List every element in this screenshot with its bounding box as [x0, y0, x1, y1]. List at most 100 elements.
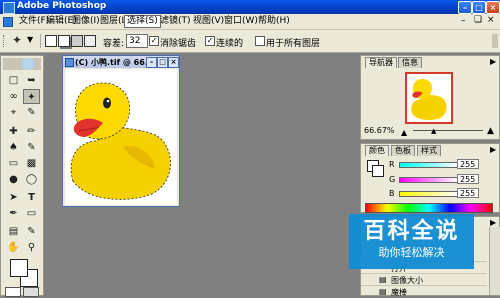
slice-tool-icon[interactable]: ✎ — [23, 105, 40, 120]
tab-navigator[interactable]: 导航器 — [365, 57, 397, 68]
r-label: R — [389, 160, 395, 169]
tolerance-input[interactable]: 32 — [126, 34, 148, 48]
app-menu-icon[interactable] — [3, 17, 13, 27]
doc-close-button[interactable]: × — [168, 57, 179, 68]
r-slider[interactable] — [399, 162, 459, 168]
all-layers-label: 用于所有图层 — [266, 39, 321, 49]
divider — [40, 34, 41, 48]
path-select-icon[interactable]: ➤ — [5, 190, 22, 205]
all-layers-checkbox[interactable] — [255, 36, 265, 46]
magic-wand-tool-icon[interactable]: ✦ — [23, 89, 40, 104]
eraser-tool-icon[interactable]: ▭ — [5, 156, 22, 171]
document-titlebar[interactable]: (C) 小鸭.tif @ 66.7... – □ × — [63, 56, 179, 68]
close-button[interactable]: × — [486, 1, 500, 14]
notes-tool-icon[interactable]: ▤ — [5, 224, 22, 239]
zoom-slider-thumb[interactable]: ▲ — [431, 127, 436, 135]
palette-well[interactable] — [492, 34, 498, 48]
doc-maximize-button[interactable]: □ — [157, 57, 168, 68]
clone-stamp-icon[interactable]: ♠ — [5, 140, 22, 155]
zoom-tool-icon[interactable]: ⚲ — [23, 240, 40, 255]
zoom-out-icon[interactable]: ▲ — [401, 128, 407, 137]
doc-close-icon[interactable]: × — [487, 15, 495, 25]
adobe-online-icon[interactable] — [21, 58, 35, 70]
navigator-panel: 导航器 信息 ▶ 66.67% ▲ ▲ ▲ — [360, 55, 500, 140]
doc-minimize-button[interactable]: – — [146, 57, 157, 68]
magic-wand-icon[interactable]: ✦ — [12, 33, 22, 47]
history-menu-icon[interactable]: ▶ — [490, 218, 496, 227]
g-value[interactable]: 255 — [457, 174, 479, 184]
watermark-overlay: 百科全说 助你轻松解决 — [349, 214, 474, 269]
duck-image — [70, 82, 171, 200]
grip-icon — [3, 35, 6, 47]
window-title: Adobe Photoshop — [17, 1, 107, 11]
doc-minimize-icon[interactable]: – — [461, 16, 466, 26]
zoom-in-icon[interactable]: ▲ — [487, 126, 494, 136]
image-canvas[interactable] — [65, 69, 177, 205]
antialias-checkbox[interactable]: ✓ — [149, 36, 159, 46]
dodge-tool-icon[interactable]: ◯ — [23, 172, 40, 187]
b-label: B — [389, 189, 395, 198]
menu-filter[interactable]: 滤镜(T) — [158, 16, 193, 27]
menu-help[interactable]: 帮助(H) — [256, 16, 292, 27]
color-panel: 颜色 色板 样式 ▶ R 255 G 255 B 255 — [360, 143, 500, 213]
history-scrollbar[interactable] — [489, 227, 500, 295]
doc-restore-icon[interactable]: ❏ — [474, 15, 482, 25]
tab-color[interactable]: 颜色 — [365, 145, 389, 156]
g-slider[interactable] — [399, 177, 459, 183]
eyedropper-tool-icon[interactable]: ✎ — [23, 224, 40, 239]
menu-window[interactable]: 窗口(W) — [222, 16, 260, 27]
watermark-subtitle: 助你轻松解决 — [378, 246, 445, 259]
gradient-tool-icon[interactable]: ▩ — [23, 156, 40, 171]
type-tool-icon[interactable]: T — [23, 190, 40, 205]
subtract-selection-icon[interactable] — [71, 35, 83, 47]
tab-info[interactable]: 信息 — [398, 57, 422, 68]
menu-image[interactable]: 图像(I) — [70, 16, 102, 27]
history-item-magic-wand[interactable]: ▤ 魔棒 — [361, 285, 487, 298]
lasso-tool-icon[interactable]: ∞ — [5, 89, 22, 104]
menu-view[interactable]: 视图(V) — [191, 16, 226, 27]
history-step-icon: ▤ — [379, 287, 387, 296]
healing-brush-icon[interactable]: ✚ — [5, 124, 22, 139]
color-menu-icon[interactable]: ▶ — [490, 145, 496, 154]
crop-tool-icon[interactable]: ⌖ — [5, 105, 22, 120]
toolbox: □ ➥ ∞ ✦ ⌖ ✎ ✚ ✏ ♠ ✎ ▭ ▩ ● ◯ ➤ T ✒ ▭ ▤ ✎ … — [0, 55, 44, 297]
minimize-button[interactable]: – — [458, 1, 472, 14]
pen-tool-icon[interactable]: ✒ — [5, 206, 22, 221]
options-bar: ✦ ▼ 容差: 32 ✓ 消除锯齿 ✓ 连续的 用于所有图层 — [0, 30, 500, 53]
history-brush-icon[interactable]: ✎ — [23, 140, 40, 155]
contiguous-checkbox[interactable]: ✓ — [205, 36, 215, 46]
navigator-duck-thumbnail — [411, 78, 447, 121]
marquee-tool-icon[interactable]: □ — [5, 73, 22, 88]
contiguous-label: 连续的 — [216, 39, 244, 49]
document-window: (C) 小鸭.tif @ 66.7... – □ × — [62, 55, 180, 207]
hand-tool-icon[interactable]: ✋ — [5, 240, 22, 255]
menu-bar: 文件(F) 编辑(E) 图像(I) 图层(L) 选择(S) 滤镜(T) 视图(V… — [0, 14, 500, 30]
intersect-selection-icon[interactable] — [84, 35, 96, 47]
b-value[interactable]: 255 — [457, 188, 479, 198]
zoom-slider-track[interactable] — [413, 130, 483, 131]
history-step-icon: ▤ — [379, 275, 387, 284]
title-bar: Adobe Photoshop – □ × — [0, 0, 500, 14]
tab-swatches[interactable]: 色板 — [391, 145, 415, 156]
brush-tool-icon[interactable]: ✏ — [23, 124, 40, 139]
color-ramp[interactable] — [365, 203, 493, 213]
foreground-color-swatch[interactable] — [10, 259, 28, 277]
new-selection-icon[interactable] — [45, 35, 57, 47]
color-bg-swatch[interactable] — [372, 165, 384, 177]
tool-preset-chevron-icon[interactable]: ▼ — [27, 35, 33, 44]
move-tool-icon[interactable]: ➥ — [23, 73, 40, 88]
b-slider[interactable] — [399, 191, 459, 197]
menu-select[interactable]: 选择(S) — [124, 15, 161, 28]
navigator-preview[interactable] — [405, 72, 453, 124]
blur-tool-icon[interactable]: ● — [5, 172, 22, 187]
history-item-label: 魔棒 — [391, 288, 407, 297]
navigator-zoom-value[interactable]: 66.67% — [364, 126, 395, 135]
g-label: G — [389, 175, 396, 184]
r-value[interactable]: 255 — [457, 159, 479, 169]
tab-styles[interactable]: 样式 — [417, 145, 441, 156]
maximize-button[interactable]: □ — [472, 1, 486, 14]
photoshop-app-icon — [3, 2, 15, 14]
add-selection-icon[interactable] — [58, 35, 70, 47]
navigator-menu-icon[interactable]: ▶ — [490, 57, 496, 66]
shape-tool-icon[interactable]: ▭ — [23, 206, 40, 221]
